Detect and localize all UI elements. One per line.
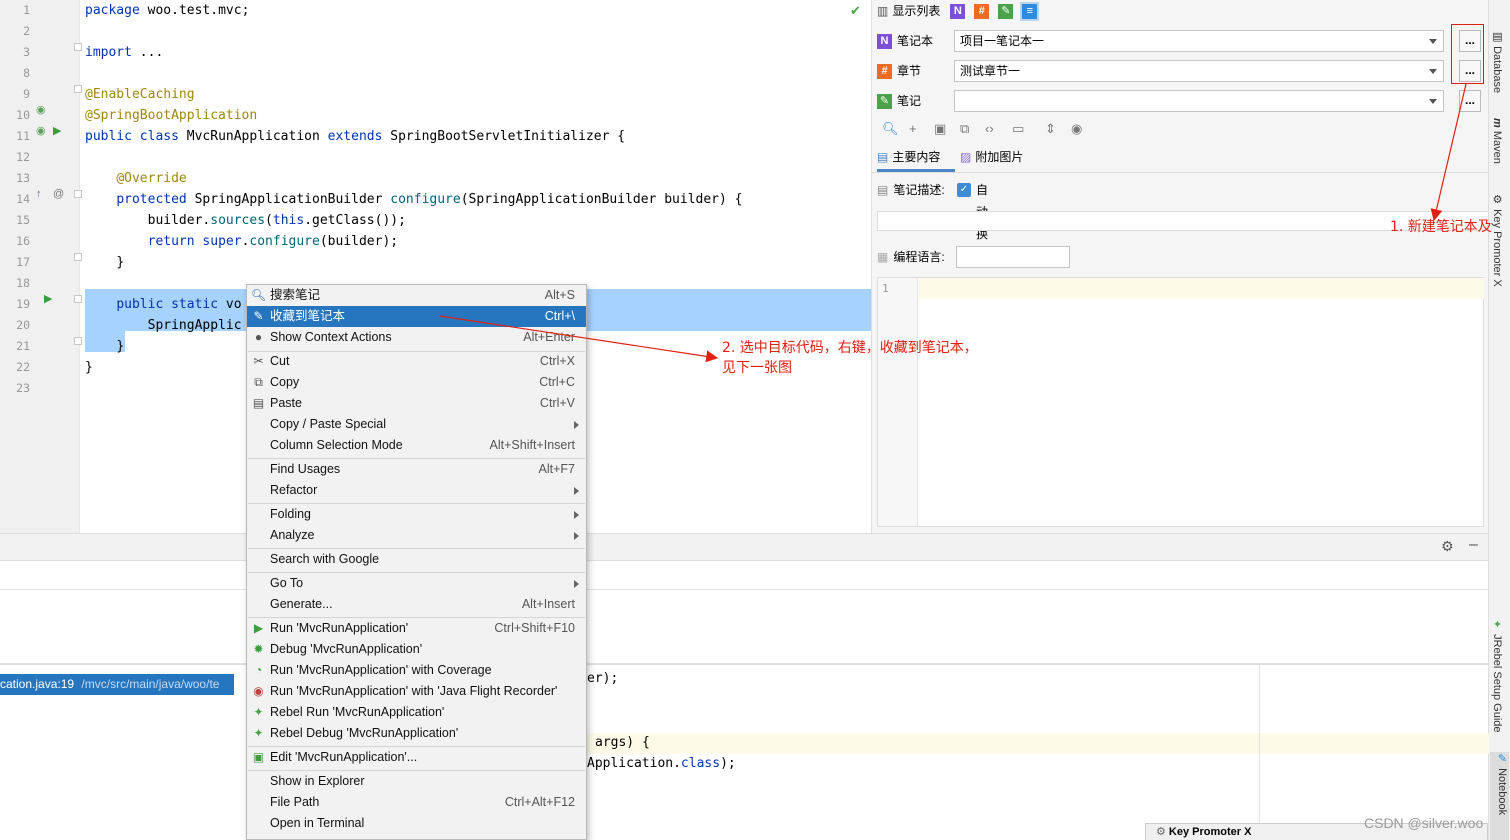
annotation-note-1: 1. 新建笔记本及: [1390, 219, 1492, 235]
annotation-note-2-line-2: 见下一张图: [722, 360, 792, 376]
annotation-note-2-line-1: 2. 选中目标代码，右键，收藏到笔记本，: [722, 340, 978, 356]
annotation-arrows: [439, 83, 1467, 363]
watermark: CSDN @silver.woo: [1364, 815, 1484, 831]
annotation-arrow-2: [439, 315, 719, 363]
annotation-arrow-1: [1430, 83, 1467, 222]
